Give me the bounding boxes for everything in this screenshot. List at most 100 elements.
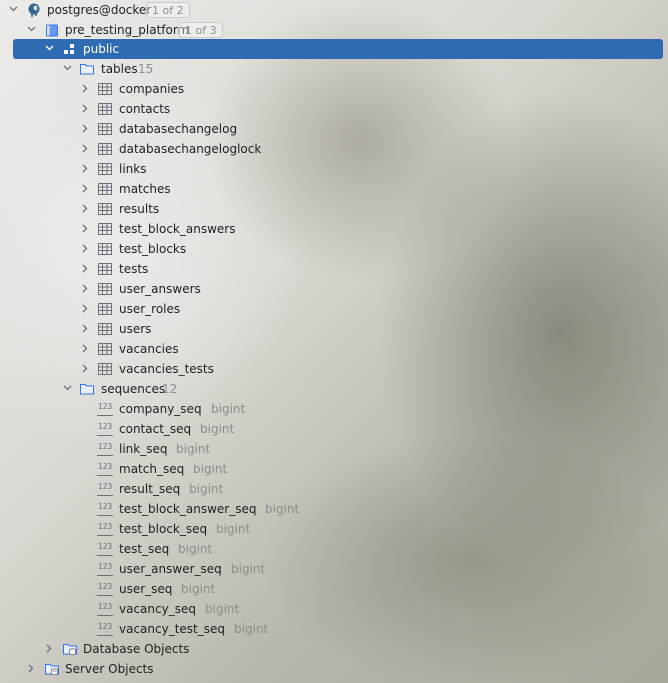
- folder-icon: [79, 61, 95, 77]
- sequences-count: 12: [162, 382, 178, 396]
- tree-node-sequence[interactable]: 123 test_block_answer_seq bigint: [0, 499, 668, 519]
- sequence-icon: 123: [97, 622, 113, 636]
- table-icon: [97, 181, 113, 197]
- chevron-right-icon[interactable]: [81, 244, 89, 253]
- chevron-right-icon[interactable]: [81, 144, 89, 153]
- sequence-name: result_seq: [119, 482, 181, 496]
- tree-node-database-objects[interactable]: Database Objects: [0, 639, 668, 659]
- sequence-icon: 123: [97, 482, 113, 496]
- sequence-type: bigint: [181, 582, 216, 596]
- table-icon: [97, 301, 113, 317]
- database-objects-label: Database Objects: [83, 642, 190, 656]
- chevron-right-icon[interactable]: [81, 84, 89, 93]
- table-name: test_block_answers: [119, 222, 236, 236]
- sequence-name: company_seq: [119, 402, 202, 416]
- chevron-right-icon[interactable]: [81, 124, 89, 133]
- sequence-icon: 123: [97, 402, 113, 416]
- tree-node-table[interactable]: users: [0, 319, 668, 339]
- tree-node-sequence[interactable]: 123 link_seq bigint: [0, 439, 668, 459]
- table-name: matches: [119, 182, 171, 196]
- sequence-name: test_block_answer_seq: [119, 502, 257, 516]
- chevron-right-icon[interactable]: [81, 284, 89, 293]
- chevron-down-icon[interactable]: [63, 64, 72, 72]
- server-objects-label: Server Objects: [65, 662, 154, 676]
- tree-node-database[interactable]: pre_testing_platform 1 of 3: [0, 20, 668, 40]
- tree-node-sequence[interactable]: 123 company_seq bigint: [0, 399, 668, 419]
- tree-node-table[interactable]: tests: [0, 259, 668, 279]
- sequence-name: user_answer_seq: [119, 562, 222, 576]
- chevron-down-icon[interactable]: [9, 5, 18, 13]
- sequence-type: bigint: [178, 542, 213, 556]
- chevron-right-icon[interactable]: [81, 264, 89, 273]
- tree-node-table[interactable]: user_answers: [0, 279, 668, 299]
- chevron-right-icon[interactable]: [81, 164, 89, 173]
- chevron-right-icon[interactable]: [81, 364, 89, 373]
- sequence-name: vacancy_seq: [119, 602, 196, 616]
- database-objects-icon: [62, 641, 78, 657]
- table-name: links: [119, 162, 147, 176]
- tree-node-table[interactable]: vacancies_tests: [0, 359, 668, 379]
- tree-node-sequence[interactable]: 123 vacancy_test_seq bigint: [0, 619, 668, 639]
- tree-node-table[interactable]: links: [0, 159, 668, 179]
- sequence-type: bigint: [265, 502, 300, 516]
- sequence-type: bigint: [176, 442, 211, 456]
- chevron-right-icon[interactable]: [81, 324, 89, 333]
- database-icon: [44, 22, 60, 38]
- tree-node-table[interactable]: user_roles: [0, 299, 668, 319]
- chevron-right-icon[interactable]: [81, 344, 89, 353]
- chevron-right-icon[interactable]: [81, 184, 89, 193]
- table-name: results: [119, 202, 160, 216]
- sequence-icon: 123: [97, 522, 113, 536]
- sequence-type: bigint: [193, 462, 228, 476]
- chevron-right-icon[interactable]: [81, 304, 89, 313]
- sequence-icon: 123: [97, 462, 113, 476]
- schema-icon: [62, 41, 78, 57]
- tree-node-schema-public[interactable]: public: [0, 39, 668, 59]
- server-objects-icon: [44, 661, 60, 677]
- table-icon: [97, 261, 113, 277]
- table-name: companies: [119, 82, 185, 96]
- table-name: contacts: [119, 102, 171, 116]
- tree-node-table[interactable]: contacts: [0, 99, 668, 119]
- sequence-type: bigint: [211, 402, 246, 416]
- table-name: users: [119, 322, 152, 336]
- sequence-icon: 123: [97, 542, 113, 556]
- tree-node-sequence[interactable]: 123 user_seq bigint: [0, 579, 668, 599]
- tree-node-sequence[interactable]: 123 match_seq bigint: [0, 459, 668, 479]
- chevron-down-icon[interactable]: [63, 384, 72, 392]
- tree-node-server-objects[interactable]: Server Objects: [0, 659, 668, 679]
- tree-node-table[interactable]: companies: [0, 79, 668, 99]
- sequence-name: user_seq: [119, 582, 173, 596]
- table-icon: [97, 221, 113, 237]
- sequence-name: test_seq: [119, 542, 170, 556]
- tree-node-sequence[interactable]: 123 user_answer_seq bigint: [0, 559, 668, 579]
- sequence-type: bigint: [189, 482, 224, 496]
- sequence-type: bigint: [200, 422, 235, 436]
- chevron-right-icon[interactable]: [81, 204, 89, 213]
- chevron-right-icon[interactable]: [81, 224, 89, 233]
- tree-node-sequence[interactable]: 123 test_block_seq bigint: [0, 519, 668, 539]
- chevron-right-icon[interactable]: [27, 664, 35, 673]
- table-name: user_answers: [119, 282, 201, 296]
- tree-node-table[interactable]: test_block_answers: [0, 219, 668, 239]
- tree-node-sequence[interactable]: 123 test_seq bigint: [0, 539, 668, 559]
- tree-node-table[interactable]: databasechangeloglock: [0, 139, 668, 159]
- tree-node-sequence[interactable]: 123 contact_seq bigint: [0, 419, 668, 439]
- tree-node-tables-folder[interactable]: tables 15: [0, 59, 668, 79]
- tree-node-table[interactable]: databasechangelog: [0, 119, 668, 139]
- tree-node-sequences-folder[interactable]: sequences 12: [0, 379, 668, 399]
- table-icon: [97, 121, 113, 137]
- sequence-name: link_seq: [119, 442, 168, 456]
- table-icon: [97, 201, 113, 217]
- chevron-right-icon[interactable]: [45, 644, 53, 653]
- tree-node-sequence[interactable]: 123 result_seq bigint: [0, 479, 668, 499]
- tree-node-table[interactable]: matches: [0, 179, 668, 199]
- tree-node-table[interactable]: vacancies: [0, 339, 668, 359]
- chevron-down-icon[interactable]: [45, 44, 54, 52]
- chevron-down-icon[interactable]: [27, 25, 36, 33]
- tree-node-table[interactable]: results: [0, 199, 668, 219]
- tree-node-sequence[interactable]: 123 vacancy_seq bigint: [0, 599, 668, 619]
- tree-node-connection[interactable]: postgres@docker 1 of 2: [0, 0, 668, 20]
- tree-node-table[interactable]: test_blocks: [0, 239, 668, 259]
- chevron-right-icon[interactable]: [81, 104, 89, 113]
